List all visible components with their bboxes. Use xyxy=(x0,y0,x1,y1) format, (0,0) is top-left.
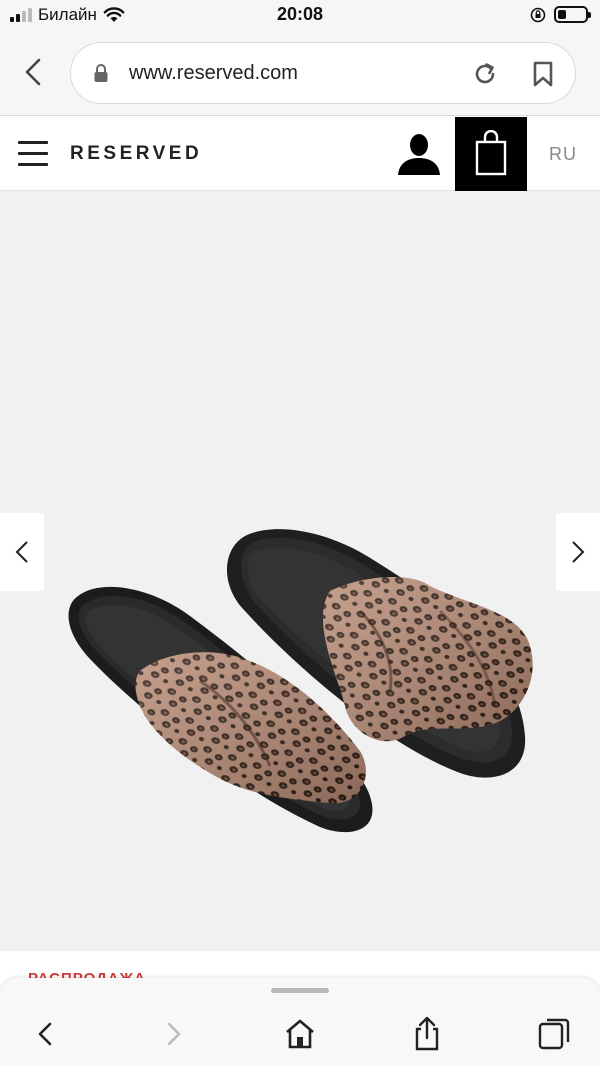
home-icon xyxy=(286,1019,314,1049)
lock-icon xyxy=(94,64,108,82)
browser-address-bar: www.reserved.com xyxy=(0,32,600,116)
tabs-icon xyxy=(538,1018,570,1050)
site-header: RESERVED RU xyxy=(0,117,600,191)
chevron-left-icon xyxy=(15,541,28,563)
toolbar-home-button[interactable] xyxy=(282,1016,318,1052)
back-icon xyxy=(38,1022,52,1046)
browser-back-button[interactable] xyxy=(18,54,50,90)
clock: 20:08 xyxy=(276,4,324,24)
gallery-next-button[interactable] xyxy=(556,513,600,591)
browser-bottom-toolbar xyxy=(0,978,600,1066)
toolbar-handle[interactable] xyxy=(271,988,329,993)
url-text: www.reserved.com xyxy=(129,62,298,84)
cart-button[interactable] xyxy=(455,117,527,191)
battery-icon xyxy=(554,6,591,23)
forward-icon xyxy=(167,1022,181,1046)
orientation-lock-icon xyxy=(530,7,546,22)
chevron-right-icon xyxy=(572,541,585,563)
shopping-bag-icon xyxy=(475,130,507,176)
brand-logo[interactable]: RESERVED xyxy=(70,143,202,165)
reload-icon[interactable] xyxy=(471,60,499,88)
status-right xyxy=(530,6,591,23)
toolbar-tabs-button[interactable] xyxy=(536,1016,572,1052)
back-icon xyxy=(25,58,41,86)
status-bar: Билайн 20:08 xyxy=(0,0,600,32)
account-icon[interactable] xyxy=(396,131,442,177)
bookmark-icon[interactable] xyxy=(531,60,555,88)
toolbar-back-button[interactable] xyxy=(28,1016,64,1052)
gallery-prev-button[interactable] xyxy=(0,513,44,591)
product-gallery xyxy=(0,191,600,951)
toolbar-forward-button[interactable] xyxy=(155,1016,191,1052)
url-field[interactable]: www.reserved.com xyxy=(70,42,576,104)
menu-icon xyxy=(18,141,48,166)
share-icon xyxy=(415,1016,439,1051)
product-image[interactable] xyxy=(0,191,600,951)
menu-button[interactable] xyxy=(18,141,48,167)
toolbar-share-button[interactable] xyxy=(409,1016,445,1052)
language-switch[interactable]: RU xyxy=(549,144,577,165)
battery-level xyxy=(558,10,566,19)
